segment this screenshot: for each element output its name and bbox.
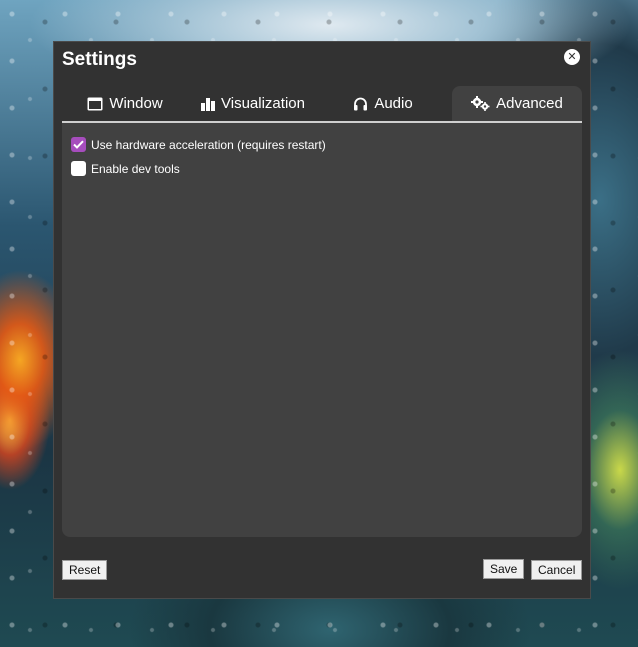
advanced-panel: Use hardware acceleration (requires rest… [62,123,582,537]
tab-visualization[interactable]: Visualization [188,86,318,121]
tab-label: Visualization [221,95,305,112]
hardware-acceleration-label: Use hardware acceleration (requires rest… [91,137,326,152]
dev-tools-label: Enable dev tools [91,161,180,176]
save-button[interactable]: Save [483,559,525,579]
tab-label: Advanced [496,95,563,112]
tab-label: Window [109,95,163,112]
checkmark-icon [73,140,84,149]
hardware-acceleration-option[interactable]: Use hardware acceleration (requires rest… [71,137,326,152]
dialog-title: Settings [62,49,137,70]
headphones-icon [353,97,368,111]
hardware-acceleration-checkbox[interactable] [71,137,86,152]
tab-bar: Window Visualization Audio Advanced [62,86,582,123]
settings-dialog: Settings ✕ Window Visualization Audio Ad… [53,41,591,599]
window-icon [87,97,103,111]
tab-window[interactable]: Window [62,86,188,121]
reset-button[interactable]: Reset [62,560,108,580]
dev-tools-checkbox[interactable] [71,161,86,176]
close-icon[interactable]: ✕ [564,49,580,65]
dev-tools-option[interactable]: Enable dev tools [71,161,180,176]
tab-audio[interactable]: Audio [318,86,448,121]
tab-label: Audio [374,95,413,112]
tab-advanced[interactable]: Advanced [452,86,582,121]
bar-chart-icon [201,97,216,111]
cancel-button[interactable]: Cancel [531,560,583,580]
gears-icon [471,96,490,111]
